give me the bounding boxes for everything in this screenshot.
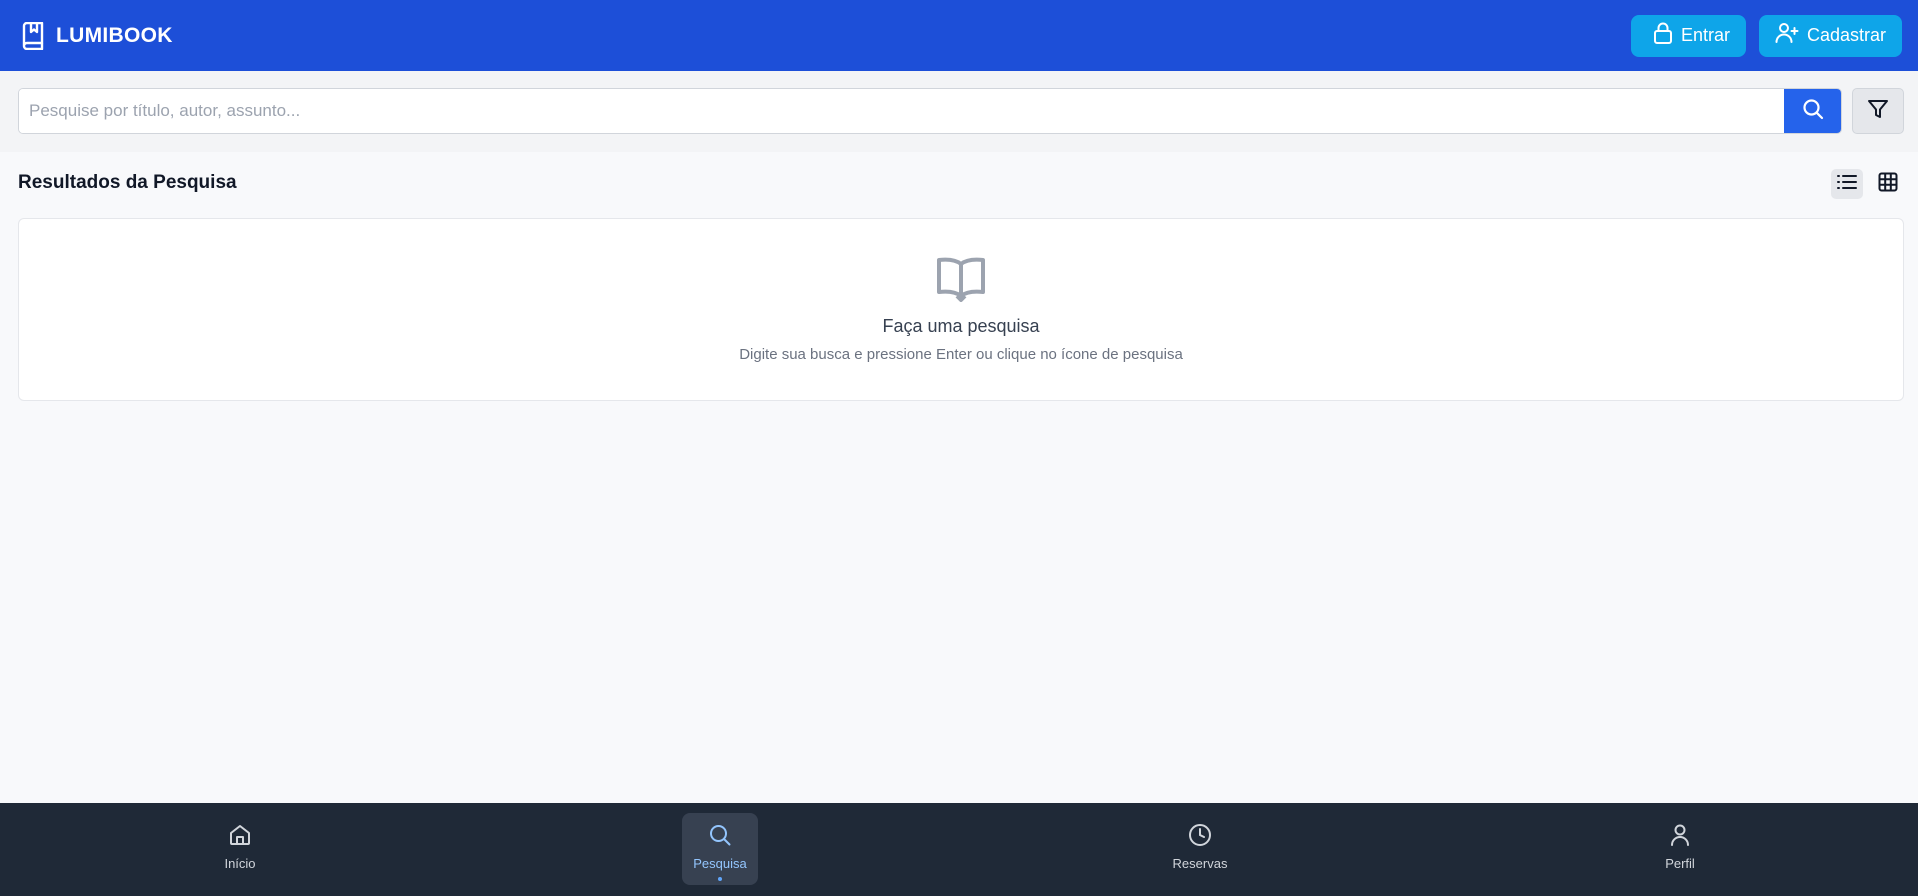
search-icon: [708, 823, 732, 852]
nav-item-perfil[interactable]: Perfil: [1642, 813, 1718, 885]
empty-state-subtitle: Digite sua busca e pressione Enter ou cl…: [739, 346, 1183, 363]
book-bookmark-icon: [20, 21, 46, 51]
nav-label-perfil: Perfil: [1665, 856, 1695, 871]
list-icon: [1837, 174, 1857, 195]
auth-actions: Entrar Cadastrar: [1631, 14, 1902, 57]
lock-icon: [1653, 22, 1673, 49]
brand-name: LUMIBOOK: [56, 23, 173, 47]
user-plus-icon: [1775, 22, 1799, 49]
list-view-button[interactable]: [1831, 169, 1863, 199]
empty-state-title: Faça uma pesquisa: [882, 316, 1040, 336]
clock-icon: [1188, 823, 1212, 852]
nav-label-reservas: Reservas: [1172, 856, 1228, 871]
nav-item-pesquisa[interactable]: Pesquisa: [682, 813, 758, 885]
search-bar-area: [0, 71, 1918, 152]
search-icon: [1802, 98, 1824, 125]
grid-icon: [1878, 172, 1898, 197]
view-toggle: [1831, 169, 1904, 199]
nav-label-inicio: Início: [224, 856, 256, 871]
nav-label-pesquisa: Pesquisa: [693, 856, 747, 871]
open-book-icon: [936, 256, 986, 302]
search-input[interactable]: [19, 89, 1784, 133]
home-icon: [228, 823, 252, 852]
top-header: LUMIBOOK Entrar Cadastrar: [0, 0, 1918, 71]
filter-icon: [1867, 98, 1889, 125]
active-indicator-dot: [718, 877, 722, 881]
results-title: Resultados da Pesquisa: [18, 172, 237, 193]
login-label: Entrar: [1681, 25, 1731, 45]
signup-label: Cadastrar: [1807, 25, 1887, 45]
user-icon: [1668, 823, 1692, 852]
filter-button[interactable]: [1852, 88, 1904, 134]
bottom-nav: Início Pesquisa Reservas Perfil: [0, 803, 1918, 896]
nav-item-reservas[interactable]: Reservas: [1162, 813, 1238, 885]
empty-state-card: Faça uma pesquisa Digite sua busca e pre…: [18, 218, 1904, 401]
nav-item-inicio[interactable]: Início: [202, 813, 278, 885]
search-submit-button[interactable]: [1784, 89, 1841, 133]
brand[interactable]: LUMIBOOK: [20, 21, 173, 51]
grid-view-button[interactable]: [1872, 169, 1904, 199]
search-box: [18, 88, 1842, 134]
login-button[interactable]: Entrar: [1631, 14, 1746, 57]
signup-button[interactable]: Cadastrar: [1759, 14, 1902, 57]
